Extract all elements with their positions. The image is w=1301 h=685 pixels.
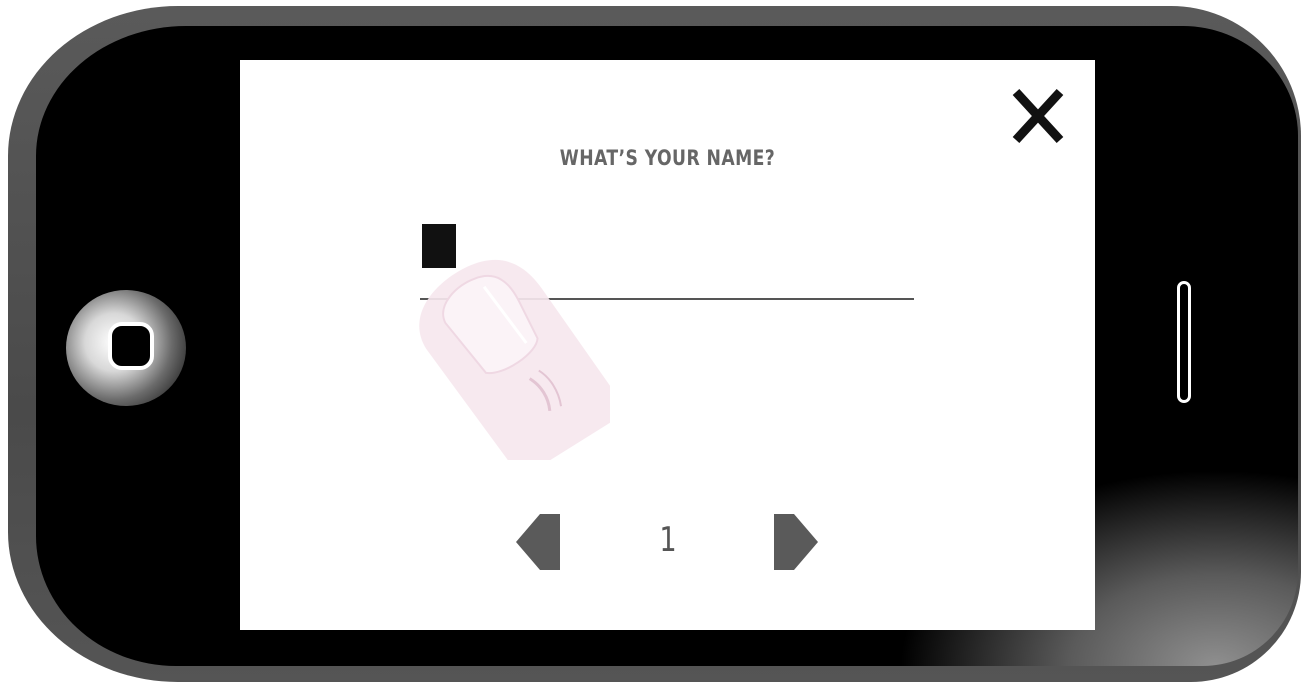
home-button-icon[interactable]: [108, 322, 154, 370]
triangle-right-icon[interactable]: [774, 514, 820, 570]
tapping-finger-icon: [390, 240, 629, 479]
pager: 1: [240, 512, 1095, 572]
triangle-left-icon[interactable]: [516, 514, 562, 570]
app-screen: WHAT’S YOUR NAME? 1: [240, 60, 1095, 630]
page-title: WHAT’S YOUR NAME?: [559, 146, 776, 170]
page-number: 1: [659, 520, 677, 560]
speaker-slot: [1177, 281, 1191, 403]
close-x-icon[interactable]: [1008, 86, 1068, 146]
